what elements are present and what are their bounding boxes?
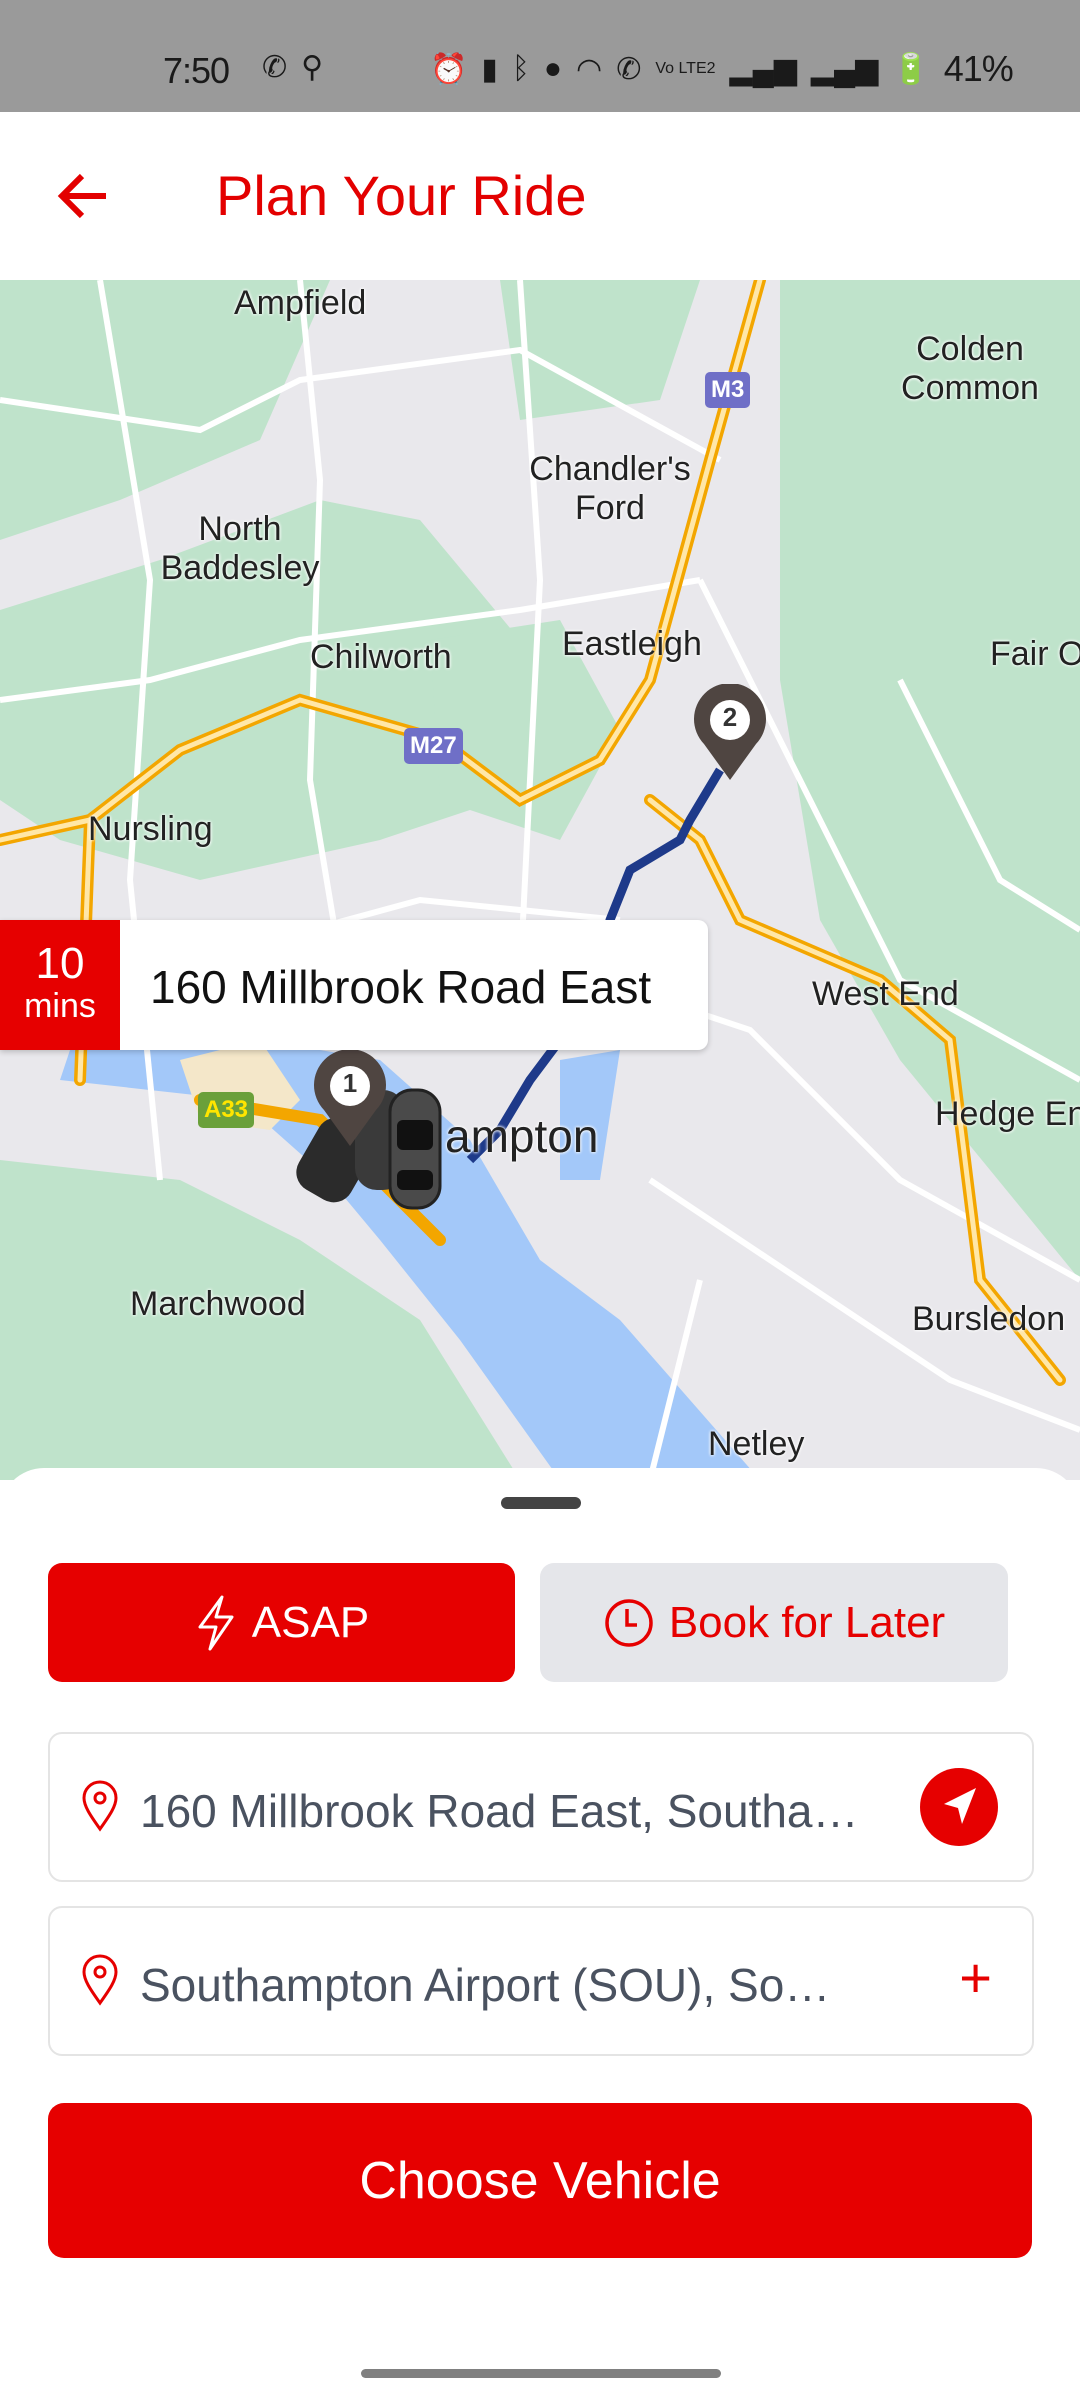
battery-percent: 41%	[943, 48, 1014, 89]
arrow-left-icon	[57, 173, 106, 219]
road-shield-a33: A33	[198, 1092, 255, 1128]
choose-vehicle-button[interactable]: Choose Vehicle	[48, 2103, 1032, 2258]
map-label-chilworth: Chilworth	[310, 638, 452, 676]
eta-unit: mins	[24, 987, 96, 1025]
current-location-button[interactable]	[920, 1768, 998, 1846]
book-for-later-label: Book for Later	[668, 1597, 946, 1647]
pickup-address: 160 Millbrook Road East, Southa…	[140, 1785, 859, 1837]
map-label-fair-oak: Fair O	[990, 635, 1080, 673]
pickup-field[interactable]: 160 Millbrook Road East, Southa…	[48, 1732, 1034, 1882]
location-pin-icon	[82, 1780, 118, 1832]
sheet-drag-handle[interactable]	[501, 1497, 581, 1509]
map-label-marchwood: Marchwood	[130, 1285, 306, 1323]
map-label-netley: Netley	[708, 1425, 805, 1463]
whatsapp-icon: ✆	[262, 51, 288, 84]
eta-value: 10	[35, 939, 85, 988]
wifi-calling-icon: ✆	[616, 52, 642, 86]
map-label-colden-common: Colden Common	[901, 330, 1039, 408]
status-time: 7:50	[163, 50, 230, 91]
pickup-marker[interactable]: 1	[310, 1050, 390, 1150]
location-icon: ●	[543, 52, 562, 85]
map-label-ampfield: Ampfield	[234, 284, 367, 322]
map-pin-icon	[694, 684, 766, 780]
eta-badge: 10 mins	[0, 920, 120, 1050]
map-label-west-end: West End	[812, 975, 959, 1013]
lightning-icon	[198, 1595, 234, 1650]
battery-charging-icon: 🔋	[892, 52, 930, 86]
page-title: Plan Your Ride	[216, 164, 587, 227]
marker-label: 1	[342, 1068, 358, 1098]
map-label-nursling: Nursling	[88, 810, 213, 848]
asap-label: ASAP	[251, 1597, 370, 1647]
dropoff-marker[interactable]: 2	[690, 684, 770, 784]
location-pin-icon	[82, 1954, 118, 2006]
location-icon: ⚲	[301, 51, 324, 84]
home-indicator[interactable]	[361, 2369, 721, 2378]
eta-card: 10 mins 160 Millbrook Road East	[0, 920, 708, 1050]
wifi-icon: ◠	[576, 52, 603, 86]
map-label-hedge-end: Hedge En	[935, 1095, 1080, 1133]
volte-icon: Vo LTE2	[655, 60, 716, 77]
alarm-icon: ⏰	[430, 52, 468, 86]
map-label-north-baddesley: North Baddesley	[160, 510, 320, 588]
signal-icon: ▂▄▆	[810, 52, 879, 86]
vibrate-icon: ▮	[481, 52, 498, 86]
asap-button[interactable]: ASAP	[48, 1563, 515, 1682]
bluetooth-icon: ᛒ	[511, 52, 530, 85]
dropoff-address: Southampton Airport (SOU), So…	[140, 1959, 831, 2011]
map-label-bursledon: Bursledon	[912, 1300, 1066, 1338]
signal-icon: ▂▄▆	[729, 52, 797, 86]
map-label-eastleigh: Eastleigh	[562, 625, 702, 663]
map-label-southampton: ampton	[445, 1110, 599, 1162]
map-label-chandlers-ford: Chandler's Ford	[529, 450, 691, 528]
clock-icon	[605, 1598, 653, 1647]
dropoff-field[interactable]: Southampton Airport (SOU), So… +	[48, 1906, 1034, 2056]
road-shield-m3: M3	[705, 372, 751, 408]
book-for-later-button[interactable]: Book for Later	[540, 1563, 1008, 1682]
status-bar: 7:50 ✆ ⚲ ⏰ ▮ ᛒ ● ◠ ✆ Vo LTE2 ▂▄▆ ▂▄▆ 🔋 4…	[0, 0, 1080, 112]
add-stop-button[interactable]: +	[959, 1950, 992, 2006]
eta-address: 160 Millbrook Road East	[150, 961, 652, 1013]
road-shield-m27: M27	[404, 728, 463, 764]
navigation-arrow-icon	[944, 1788, 976, 1824]
map-pin-icon	[314, 1050, 386, 1146]
map-view[interactable]: Ampfield Colden Common Chandler's Ford N…	[0, 280, 1080, 1480]
marker-label: 2	[722, 702, 738, 732]
back-button[interactable]	[52, 162, 116, 226]
